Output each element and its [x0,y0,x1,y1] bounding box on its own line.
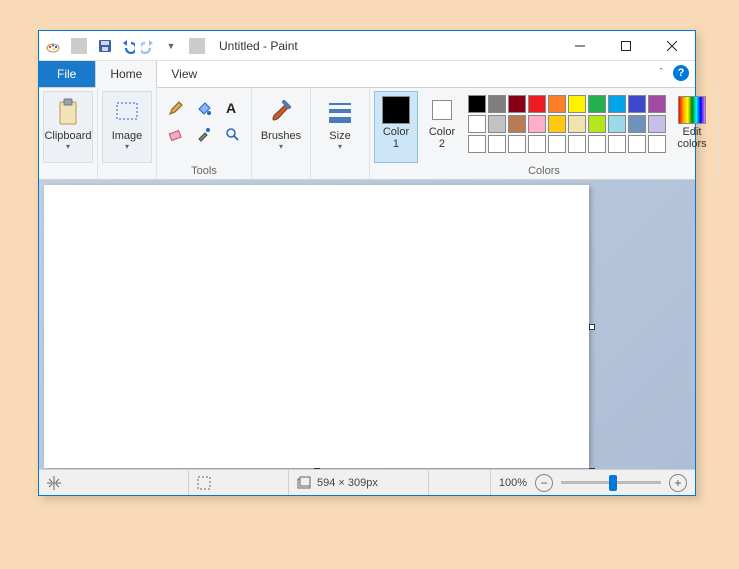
brush-icon [265,96,297,128]
color1-button[interactable]: Color 1 [374,91,418,163]
color-swatch[interactable] [528,95,546,113]
color-palette [466,91,668,153]
color-swatch-empty[interactable] [468,135,486,153]
statusbar: 594 × 309px 100% − + [39,469,695,495]
text-tool-icon[interactable]: A [221,97,243,119]
color2-swatch [432,100,452,120]
titlebar: ▼ Untitled - Paint [39,31,695,61]
pencil-tool-icon[interactable] [165,97,187,119]
color-swatch-empty[interactable] [588,135,606,153]
undo-icon[interactable] [119,38,135,54]
paint-app-icon [45,38,61,54]
group-tools: A Tools [157,88,252,179]
tab-file[interactable]: File [39,61,95,87]
maximize-button[interactable] [603,31,649,61]
quick-access-toolbar: ▼ [39,38,215,54]
color-swatch[interactable] [488,95,506,113]
chevron-down-icon: ▾ [338,143,342,152]
redo-icon[interactable] [141,38,157,54]
color-swatch[interactable] [488,115,506,133]
color-swatch-empty[interactable] [528,135,546,153]
size-button[interactable]: Size ▾ [315,91,365,163]
cursor-position-icon [47,476,61,490]
color-swatch[interactable] [548,95,566,113]
ribbon: Clipboard ▾ Image ▾ [39,88,695,180]
tab-view[interactable]: View [157,61,212,87]
group-brushes: Brushes ▾ [252,88,311,179]
color-swatch[interactable] [468,115,486,133]
image-button[interactable]: Image ▾ [102,91,152,163]
color-swatch[interactable] [588,95,606,113]
collapse-ribbon-icon[interactable]: ˆ [659,67,663,79]
tab-home[interactable]: Home [95,61,157,88]
zoom-control: 100% − + [491,474,695,492]
group-size: Size ▾ [311,88,370,179]
group-image: Image ▾ [98,88,157,179]
eraser-tool-icon[interactable] [165,123,187,145]
color-swatch[interactable] [548,115,566,133]
zoom-slider[interactable] [561,481,661,484]
help-icon[interactable]: ? [673,65,689,81]
resize-handle-corner[interactable] [589,468,595,469]
rainbow-icon [678,96,706,124]
color-swatch-empty[interactable] [648,135,666,153]
color-swatch-empty[interactable] [608,135,626,153]
chevron-down-icon: ▾ [125,143,129,152]
magnifier-tool-icon[interactable] [221,123,243,145]
paint-window: ▼ Untitled - Paint File Home View ˆ ? [38,30,696,496]
zoom-thumb[interactable] [609,475,617,491]
color-swatch[interactable] [628,95,646,113]
canvas-dimensions: 594 × 309px [317,477,378,489]
color-swatch-empty[interactable] [548,135,566,153]
color-swatch[interactable] [568,115,586,133]
color-swatch[interactable] [528,115,546,133]
save-icon[interactable] [97,38,113,54]
color-swatch[interactable] [588,115,606,133]
window-title: Untitled - Paint [215,39,557,53]
resize-handle-right[interactable] [589,324,595,330]
group-colors: Color 1 Color 2 Edit colors Colors [370,88,719,179]
color-swatch-empty[interactable] [488,135,506,153]
clipboard-icon [52,96,84,128]
minimize-button[interactable] [557,31,603,61]
zoom-level: 100% [499,477,527,489]
chevron-down-icon: ▾ [66,143,70,152]
color-swatch[interactable] [608,115,626,133]
color-swatch-empty[interactable] [508,135,526,153]
brushes-button[interactable]: Brushes ▾ [256,91,306,163]
color-swatch[interactable] [568,95,586,113]
fill-tool-icon[interactable] [193,97,215,119]
resize-handle-bottom[interactable] [314,468,320,469]
select-icon [111,96,143,128]
color-swatch-empty[interactable] [568,135,586,153]
color-swatch-empty[interactable] [628,135,646,153]
ribbon-tabs: File Home View ˆ ? [39,61,695,88]
clipboard-button[interactable]: Clipboard ▾ [43,91,93,163]
color-swatch[interactable] [648,95,666,113]
zoom-out-button[interactable]: − [535,474,553,492]
close-button[interactable] [649,31,695,61]
color1-swatch [382,96,410,124]
group-clipboard: Clipboard ▾ [39,88,98,179]
color2-button[interactable]: Color 2 [420,91,464,163]
color-swatch[interactable] [628,115,646,133]
color-swatch[interactable] [608,95,626,113]
canvas-area[interactable] [39,180,695,469]
color-picker-tool-icon[interactable] [193,123,215,145]
colors-group-label: Colors [374,164,714,178]
color-swatch[interactable] [468,95,486,113]
svg-text:A: A [226,100,236,116]
qat-dropdown-icon[interactable]: ▼ [163,38,179,54]
color-swatch[interactable] [508,95,526,113]
selection-size-icon [197,476,211,490]
canvas[interactable] [44,185,589,468]
color-swatch[interactable] [648,115,666,133]
zoom-in-button[interactable]: + [669,474,687,492]
size-icon [324,96,356,128]
canvas-size-icon [297,476,311,490]
color-swatch[interactable] [508,115,526,133]
tools-group-label: Tools [161,164,247,178]
edit-colors-button[interactable]: Edit colors [670,91,714,163]
chevron-down-icon: ▾ [279,143,283,152]
